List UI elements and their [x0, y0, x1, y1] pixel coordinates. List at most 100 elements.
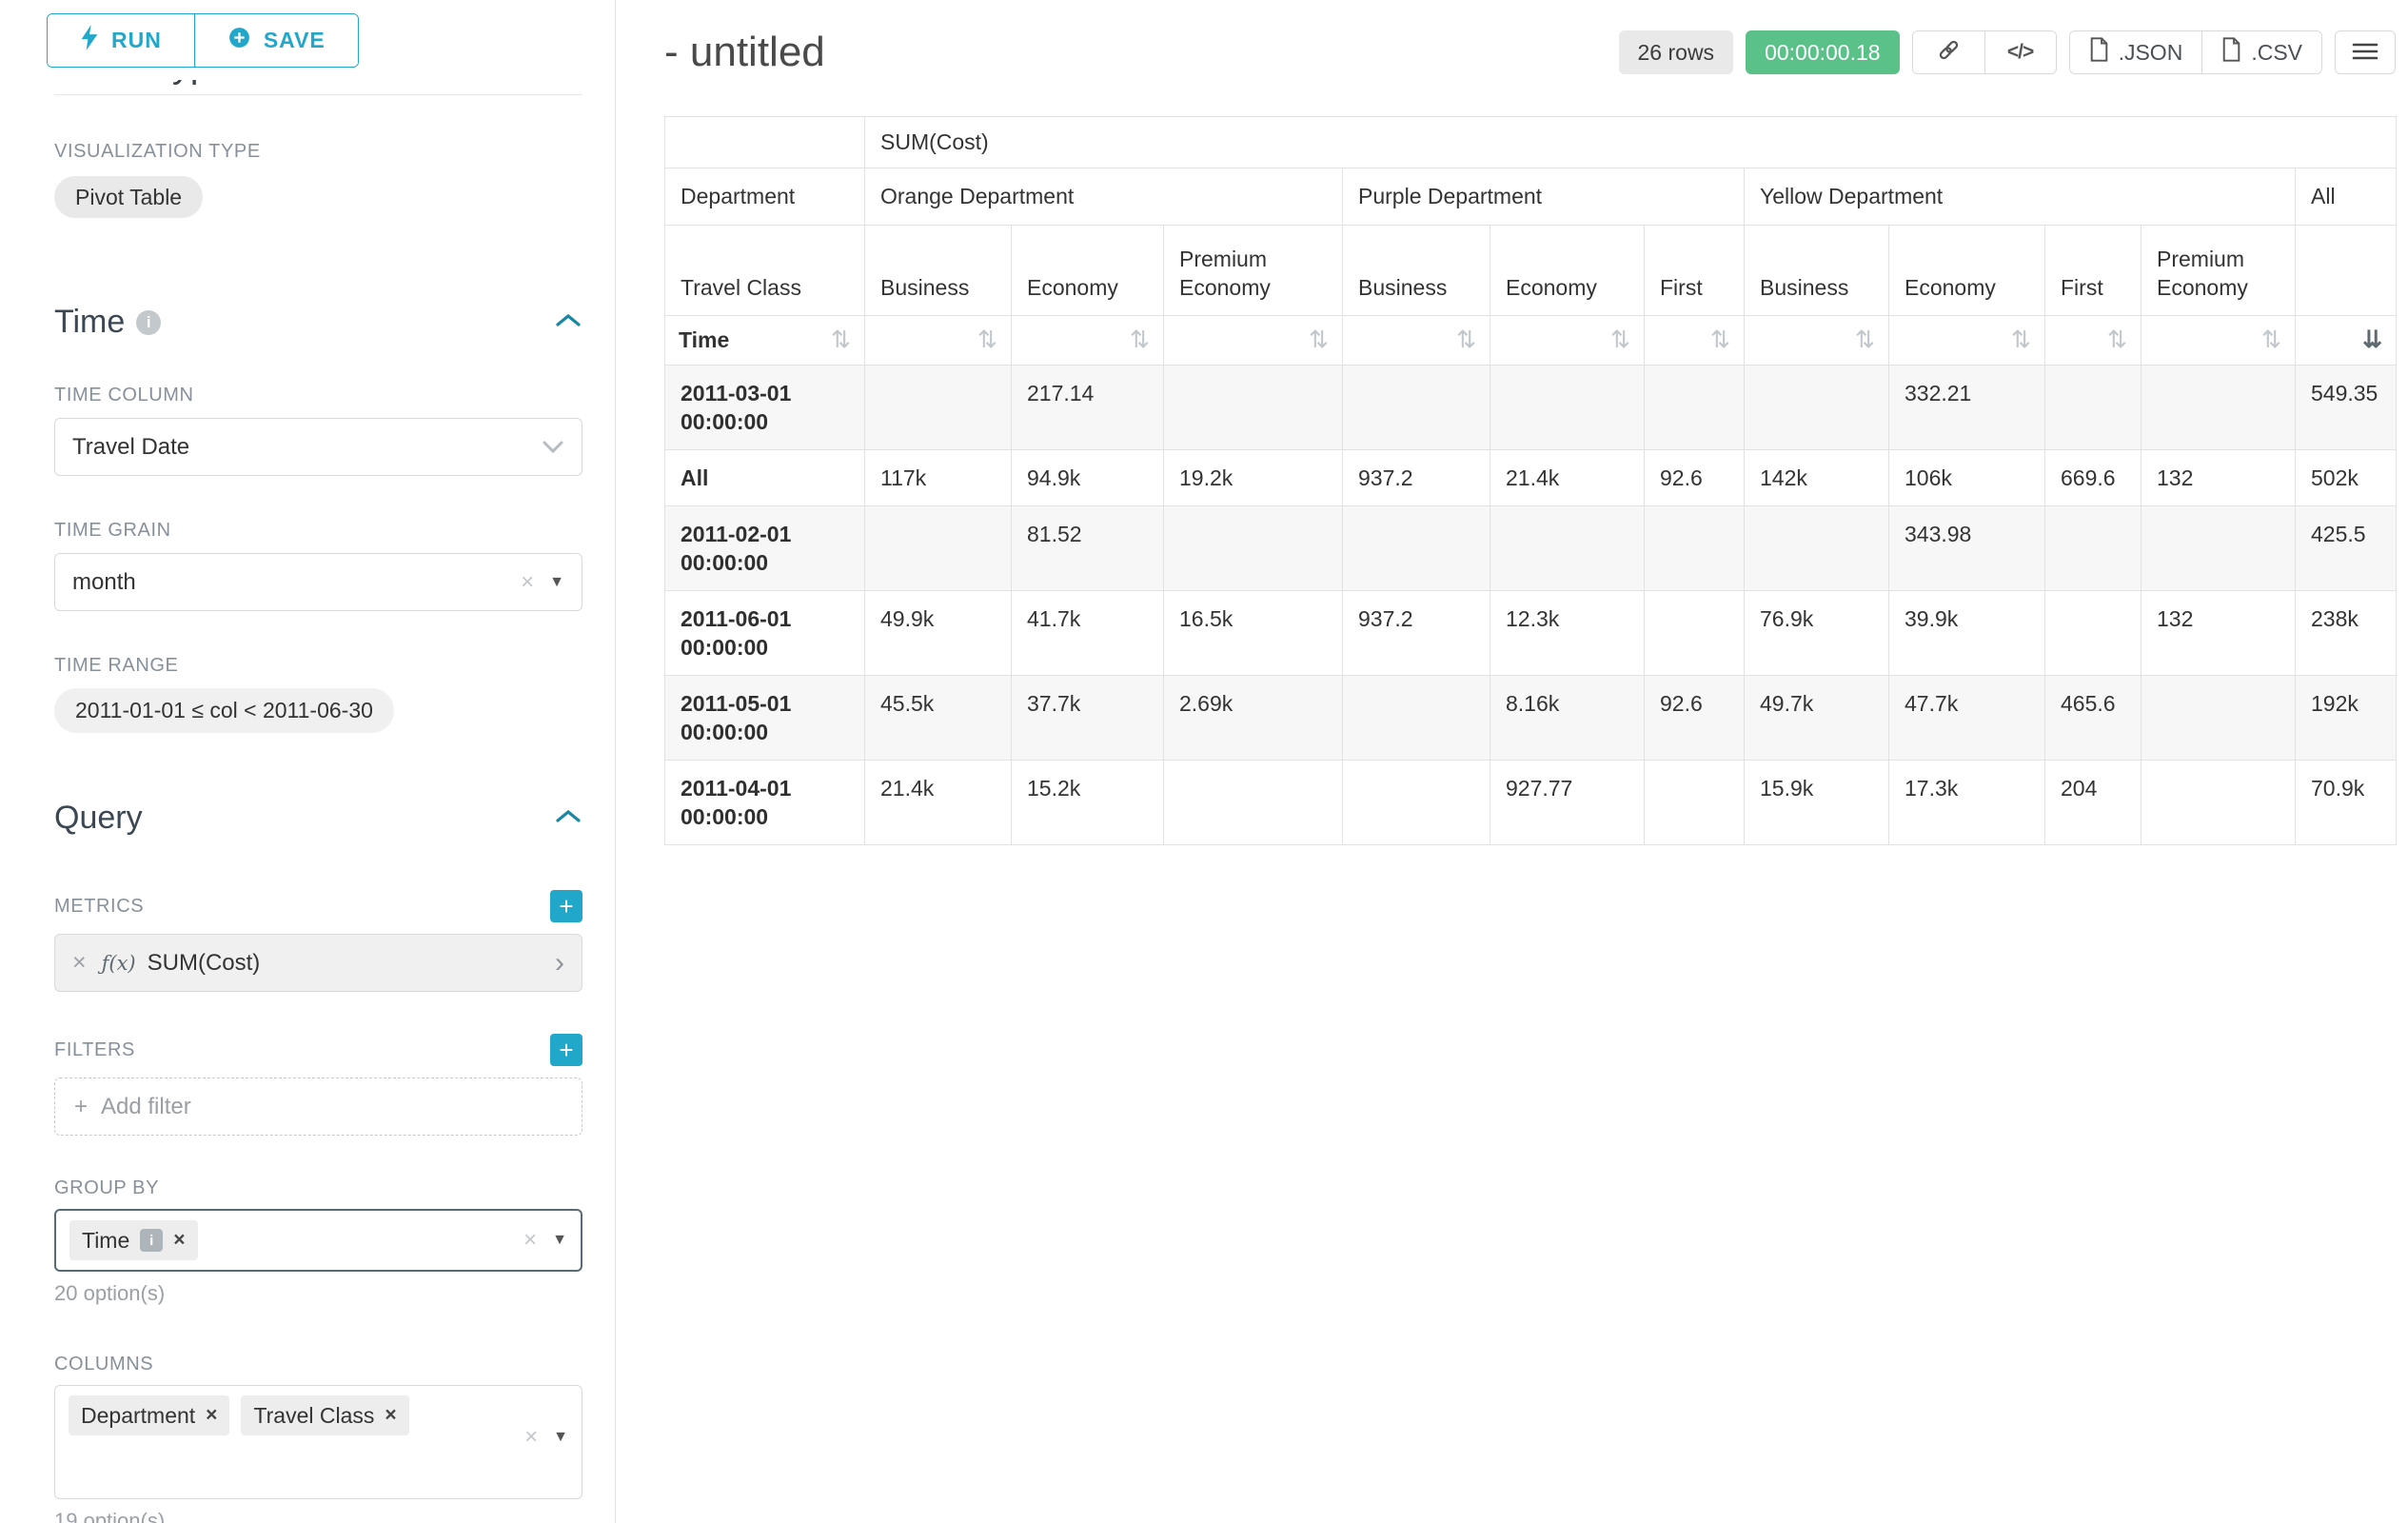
sort-icon[interactable]: ⇅	[2107, 327, 2127, 354]
view-query-button[interactable]: </>	[1984, 31, 2056, 73]
pivot-cell: 41.7k	[1012, 591, 1164, 676]
pivot-cell	[1343, 761, 1490, 845]
visualization-type-pill[interactable]: Pivot Table	[54, 176, 203, 218]
pivot-sort-header[interactable]: ⇅	[2142, 316, 2296, 366]
sidebar-topbar: RUN SAVE	[0, 0, 615, 80]
clear-icon[interactable]: ×	[521, 571, 534, 594]
metric-option[interactable]: × ƒ(x) SUM(Cost) ›	[54, 934, 582, 992]
columns-label: COLUMNS	[54, 1354, 582, 1375]
sort-icon[interactable]: ⇅	[1855, 327, 1875, 354]
sort-desc-icon[interactable]: ⇊	[2362, 327, 2382, 354]
pivot-sort-header[interactable]: ⇅	[1343, 316, 1490, 366]
group-by-select[interactable]: Timei× × ▼	[54, 1209, 582, 1272]
pivot-class-header: Premium Economy	[1164, 226, 1343, 316]
chart-title[interactable]: - untitled	[664, 29, 825, 76]
time-column-value: Travel Date	[72, 434, 189, 461]
pivot-cell: 17.3k	[1889, 761, 2045, 845]
dropdown-caret-icon[interactable]: ▼	[552, 1233, 567, 1248]
sort-icon[interactable]: ⇅	[977, 327, 997, 354]
pivot-cell	[1164, 506, 1343, 591]
pivot-cell	[2142, 506, 2296, 591]
time-range-pill[interactable]: 2011-01-01 ≤ col < 2011-06-30	[54, 688, 394, 733]
pivot-cell: 343.98	[1889, 506, 2045, 591]
pivot-sort-header[interactable]: ⇅	[1889, 316, 2045, 366]
filters-label: FILTERS	[54, 1039, 135, 1061]
pivot-cell	[1343, 506, 1490, 591]
group-by-options-count: 20 option(s)	[54, 1281, 582, 1306]
download-csv-button[interactable]: .CSV	[2201, 31, 2321, 73]
pivot-sort-header[interactable]: ⇅	[865, 316, 1012, 366]
chevron-up-icon[interactable]	[554, 311, 582, 333]
pivot-cell	[1645, 591, 1745, 676]
pivot-cell: 92.6	[1645, 450, 1745, 506]
run-button[interactable]: RUN	[48, 14, 194, 67]
dropdown-caret-icon[interactable]: ▼	[553, 1430, 568, 1445]
pivot-cell: 49.7k	[1745, 676, 1889, 761]
results-panel: - untitled 26 rows 00:00:00.18 </>	[617, 0, 2408, 1523]
group-by-label: GROUP BY	[54, 1177, 582, 1199]
sort-icon[interactable]: ⇅	[1710, 327, 1730, 354]
time-range-label: TIME RANGE	[54, 655, 582, 677]
pivot-sort-header[interactable]: ⇅	[1745, 316, 1889, 366]
time-section-header: Time i	[54, 304, 582, 341]
pivot-cell: 39.9k	[1889, 591, 2045, 676]
pivot-cell	[1164, 366, 1343, 450]
columns-select[interactable]: Department×Travel Class× × ▼	[54, 1385, 582, 1499]
pivot-sort-header-all[interactable]: ⇊	[2296, 316, 2397, 366]
time-column-select[interactable]: Travel Date	[54, 418, 582, 476]
pivot-cell: 21.4k	[1490, 450, 1645, 506]
remove-metric-icon[interactable]: ×	[72, 949, 87, 977]
run-button-label: RUN	[111, 28, 162, 53]
download-json-label: .JSON	[2119, 40, 2183, 66]
pivot-sort-header[interactable]: ⇅	[1012, 316, 1164, 366]
info-icon: i	[136, 310, 161, 335]
pivot-time-axis-label[interactable]: Time⇅	[665, 316, 865, 366]
tag-label: Department	[81, 1403, 195, 1429]
expand-metric-icon[interactable]: ›	[555, 947, 564, 979]
code-icon: </>	[2007, 41, 2033, 64]
remove-tag-icon[interactable]: ×	[385, 1404, 396, 1427]
sort-icon[interactable]: ⇅	[831, 327, 851, 354]
chevron-up-icon[interactable]	[554, 807, 582, 829]
clear-icon[interactable]: ×	[523, 1229, 537, 1252]
pivot-cell	[2142, 676, 2296, 761]
time-grain-select[interactable]: month × ▼	[54, 553, 582, 611]
download-json-button[interactable]: .JSON	[2070, 31, 2202, 73]
pivot-cell: 132	[2142, 591, 2296, 676]
pivot-cell: 15.9k	[1745, 761, 1889, 845]
pivot-cell: 76.9k	[1745, 591, 1889, 676]
pivot-sort-header[interactable]: ⇅	[1490, 316, 1645, 366]
pivot-sort-header[interactable]: ⇅	[1645, 316, 1745, 366]
pivot-sort-header[interactable]: ⇅	[2045, 316, 2142, 366]
pivot-class-header: First	[1645, 226, 1745, 316]
copy-link-button[interactable]	[1913, 31, 1984, 73]
table-row: 2011-05-01 00:00:0045.5k37.7k2.69k8.16k9…	[665, 676, 2397, 761]
sort-icon[interactable]: ⇅	[1610, 327, 1630, 354]
remove-tag-icon[interactable]: ×	[173, 1229, 185, 1252]
sort-icon[interactable]: ⇅	[1456, 327, 1476, 354]
pivot-cell	[2142, 366, 2296, 450]
pivot-cell: 45.5k	[865, 676, 1012, 761]
add-filter-button[interactable]: + Add filter	[54, 1078, 582, 1136]
add-filter-plus-button[interactable]: +	[550, 1034, 582, 1066]
control-panel-sidebar: RUN SAVE Chart Type VISUALIZATION TYPE P…	[0, 0, 616, 1523]
bolt-icon	[80, 25, 99, 56]
menu-button[interactable]	[2335, 30, 2396, 74]
sort-icon[interactable]: ⇅	[1130, 327, 1150, 354]
pivot-cell	[1645, 506, 1745, 591]
pivot-cell: 117k	[865, 450, 1012, 506]
sort-icon[interactable]: ⇅	[1309, 327, 1329, 354]
dropdown-caret-icon[interactable]: ▼	[549, 575, 564, 590]
add-metric-button[interactable]: +	[550, 890, 582, 922]
sort-icon[interactable]: ⇅	[2011, 327, 2031, 354]
pivot-cell	[1343, 366, 1490, 450]
table-row: 2011-04-01 00:00:0021.4k15.2k927.7715.9k…	[665, 761, 2397, 845]
remove-tag-icon[interactable]: ×	[206, 1404, 217, 1427]
clear-icon[interactable]: ×	[524, 1426, 538, 1449]
save-button[interactable]: SAVE	[194, 14, 358, 67]
pivot-cell	[1745, 366, 1889, 450]
pivot-department-axis-label: Department	[665, 168, 865, 226]
pivot-department-header: Purple Department	[1343, 168, 1745, 226]
pivot-sort-header[interactable]: ⇅	[1164, 316, 1343, 366]
sort-icon[interactable]: ⇅	[2261, 327, 2281, 354]
